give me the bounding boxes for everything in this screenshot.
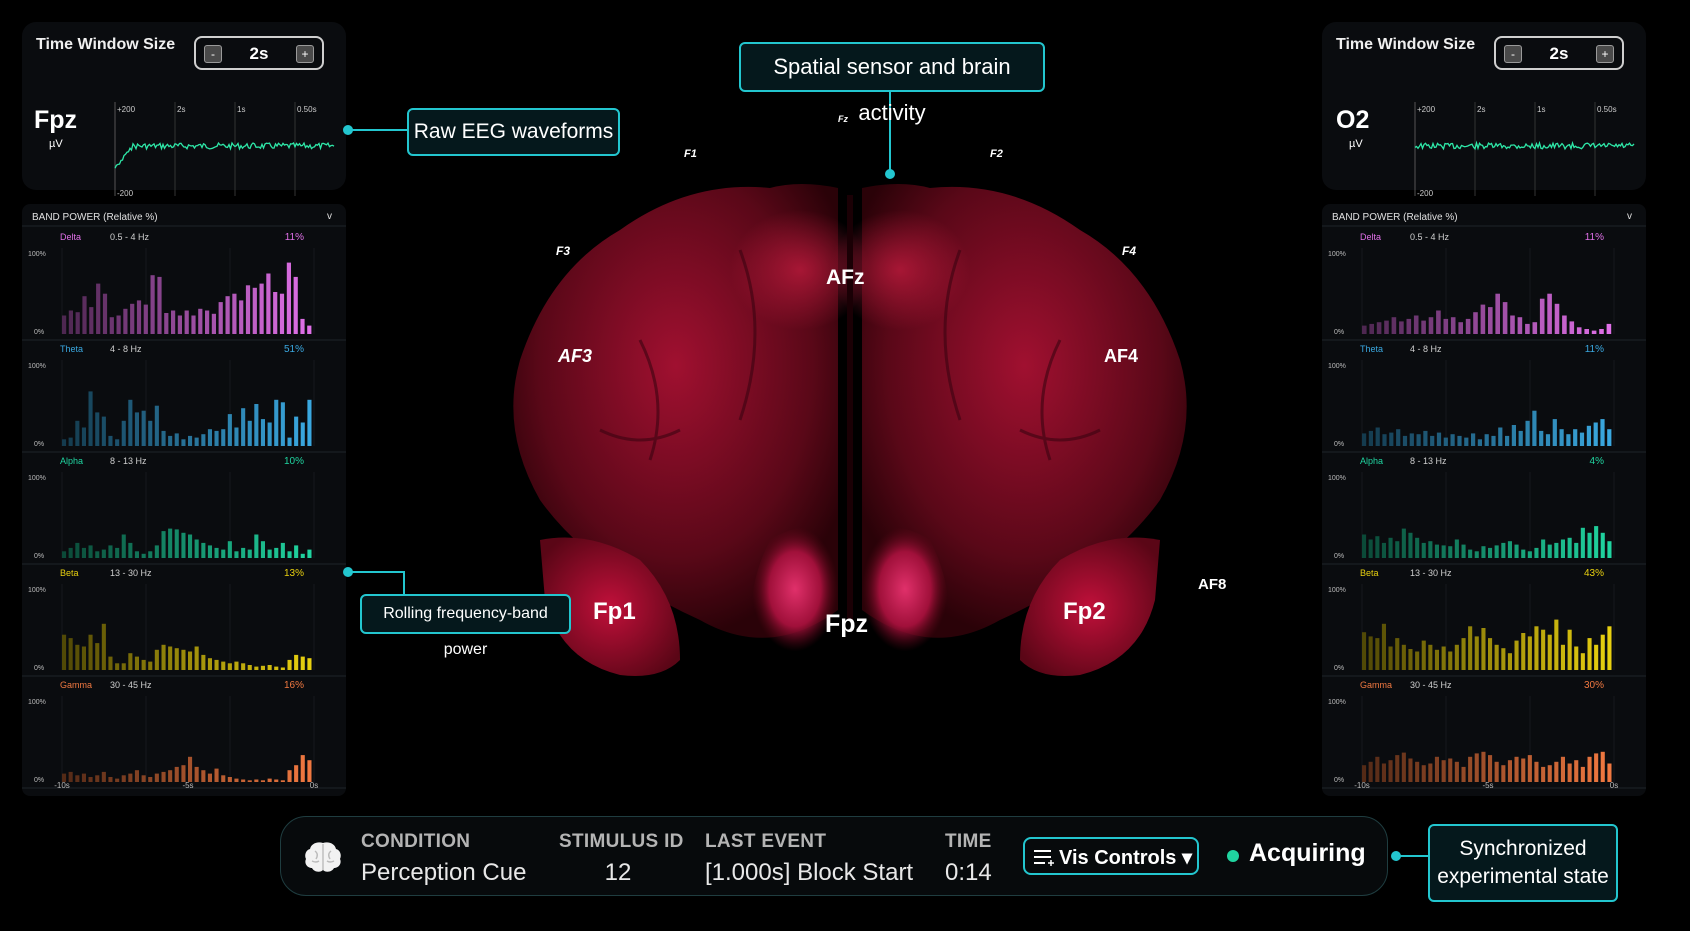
condition-value: Perception Cue [361,859,527,886]
callout-sync-line2: experimental state [1437,865,1609,888]
callout-synchronized-state: Synchronized experimental state [1428,824,1618,902]
time-value: 0:14 [945,859,992,886]
callout-rolling-band-power: Rolling frequency-band power [360,594,571,658]
status-bar: CONDITION Perception Cue STIMULUS ID 12 … [280,816,1388,896]
time-label: TIME [945,831,992,852]
brain-icon [305,842,341,872]
menu-list-icon [1034,850,1054,866]
callout-connectors [343,92,1428,861]
acquiring-status-label: Acquiring [1249,839,1366,867]
callout-sync-line1: Synchronized [1459,837,1587,860]
condition-label: CONDITION [361,831,471,852]
stimulus-id-value: 12 [604,859,632,886]
stimulus-id-label: STIMULUS ID [559,831,684,852]
vis-controls-label: Vis Controls ▾ [1059,847,1193,869]
vis-controls-button[interactable]: Vis Controls ▾ [1023,837,1199,875]
last-event-value: [1.000s] Block Start [705,859,914,886]
acquiring-status-dot [1227,850,1239,862]
callout-raw-eeg: Raw EEG waveforms [407,108,620,156]
callout-spatial: Spatial sensor and brain activity [739,42,1045,125]
last-event-label: LAST EVENT [705,831,827,852]
